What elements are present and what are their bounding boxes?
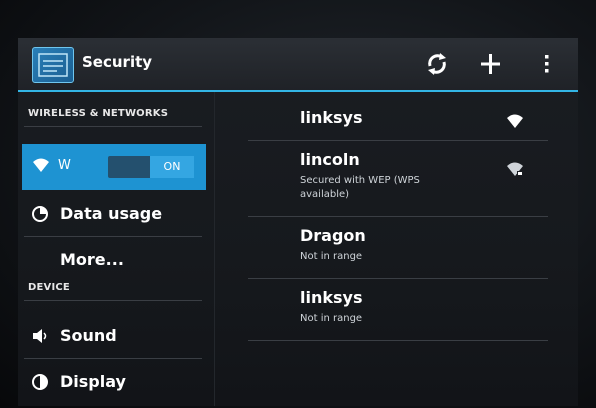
wifi-lock-signal-icon	[506, 162, 524, 182]
sidebar-item-wifi[interactable]: W ON	[22, 144, 206, 190]
wifi-icon	[32, 158, 50, 178]
network-status: Secured with WEP (WPS available)	[300, 175, 420, 200]
sidebar-item-display[interactable]: Display	[28, 362, 204, 402]
network-status: Not in range	[300, 313, 363, 324]
sidebar-item-label: More...	[60, 250, 124, 269]
sidebar-item-data-usage[interactable]: Data usage	[28, 194, 204, 234]
section-header-wireless: WIRELESS & NETWORKS	[28, 108, 169, 119]
network-name: lincoln	[300, 150, 360, 169]
divider	[248, 140, 548, 141]
wifi-toggle[interactable]: ON	[108, 156, 194, 178]
volume-icon	[32, 328, 48, 344]
network-item[interactable]: Dragon Not in range	[244, 226, 544, 280]
sidebar-item-label: W	[58, 158, 71, 173]
display-brightness-icon	[32, 374, 48, 390]
pane-divider	[214, 92, 215, 406]
network-status: Not in range	[300, 251, 363, 262]
network-item[interactable]: linksys Not in range	[244, 288, 544, 342]
sidebar-item-label: Data usage	[60, 204, 163, 223]
action-bar: Security	[18, 38, 578, 92]
network-name: Dragon	[300, 226, 366, 245]
toggle-state: ON	[150, 156, 194, 178]
divider	[24, 300, 202, 301]
wifi-signal-icon	[506, 114, 524, 134]
sync-icon[interactable]	[422, 50, 452, 78]
wifi-network-list: linksys lincoln Secured with WEP (WPS av…	[228, 92, 578, 406]
divider	[248, 340, 548, 341]
network-name: linksys	[300, 108, 363, 127]
divider	[24, 126, 202, 127]
divider	[248, 216, 548, 217]
page-title: Security	[82, 53, 153, 71]
settings-nav: WIRELESS & NETWORKS W ON Data usage More…	[18, 92, 208, 406]
divider	[248, 278, 548, 279]
sidebar-item-sound[interactable]: Sound	[28, 316, 204, 356]
device-bezel: Security WIRELESS & NETWORKS W ON Data u…	[0, 0, 596, 408]
overflow-menu-icon[interactable]	[538, 50, 568, 78]
divider	[24, 358, 202, 359]
tablet-screen: Security WIRELESS & NETWORKS W ON Data u…	[18, 38, 578, 406]
data-usage-icon	[32, 206, 48, 222]
divider	[24, 236, 202, 237]
network-name: linksys	[300, 288, 363, 307]
network-item[interactable]: linksys	[244, 108, 544, 148]
sidebar-item-label: Display	[60, 372, 126, 391]
add-icon[interactable]	[476, 50, 506, 78]
sidebar-item-label: Sound	[60, 326, 117, 345]
settings-app-icon[interactable]	[32, 47, 74, 83]
network-item[interactable]: lincoln Secured with WEP (WPS available)	[244, 150, 544, 220]
section-header-device: DEVICE	[28, 282, 70, 293]
sidebar-item-more[interactable]: More...	[28, 240, 204, 280]
